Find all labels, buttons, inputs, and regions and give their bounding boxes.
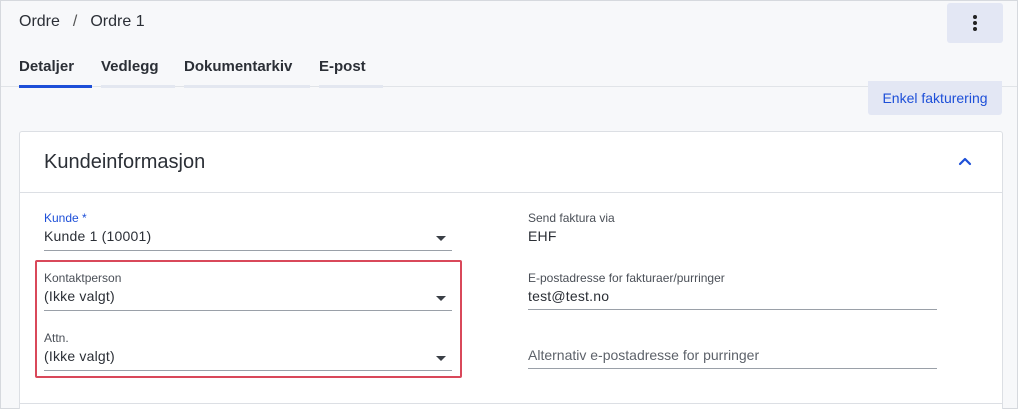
kunde-field: Kunde * Kunde 1 (10001) [44, 211, 452, 251]
section-title: Kundeinformasjon [44, 151, 206, 173]
send-faktura-field: Send faktura via EHF [528, 211, 936, 244]
epost-field: E-postadresse for fakturaer/purringer te… [528, 271, 937, 310]
epost-value: test@test.no [528, 288, 610, 304]
kunde-value: Kunde 1 (10001) [44, 228, 152, 244]
tab-e-post[interactable]: E-post [319, 58, 383, 88]
enkel-fakturering-button[interactable]: Enkel fakturering [868, 81, 1002, 115]
dropdown-arrow-icon [436, 236, 446, 241]
card-header[interactable]: Kundeinformasjon [20, 132, 1002, 193]
epost-input[interactable]: test@test.no [528, 288, 937, 310]
top-bar: Ordre / Ordre 1 Detaljer Vedlegg Dokumen… [1, 1, 1017, 88]
kunde-label: Kunde * [44, 211, 87, 225]
breadcrumb-root[interactable]: Ordre [19, 13, 60, 31]
kebab-menu-icon [973, 15, 977, 31]
tab-bar: Detaljer Vedlegg Dokumentarkiv E-post [19, 58, 392, 88]
chevron-up-icon[interactable] [958, 154, 972, 168]
highlight-box [35, 260, 462, 378]
kunde-select[interactable]: Kunde 1 (10001) [44, 228, 452, 251]
epost-label: E-postadresse for fakturaer/purringer [528, 271, 725, 285]
breadcrumb-separator: / [72, 13, 78, 30]
alt-epost-input[interactable]: Alternativ e-postadresse for purringer [528, 347, 937, 369]
alt-epost-field: Alternativ e-postadresse for purringer [528, 347, 937, 369]
tab-vedlegg[interactable]: Vedlegg [101, 58, 175, 88]
tab-detaljer[interactable]: Detaljer [19, 58, 92, 88]
tab-dokumentarkiv[interactable]: Dokumentarkiv [184, 58, 310, 88]
send-faktura-value: EHF [528, 228, 557, 244]
alt-epost-placeholder: Alternativ e-postadresse for purringer [528, 347, 760, 363]
breadcrumb-current: Ordre 1 [90, 13, 145, 30]
breadcrumb: Ordre / Ordre 1 [19, 13, 145, 31]
divider [19, 403, 1003, 404]
kebab-menu-button[interactable] [947, 3, 1003, 43]
send-faktura-label: Send faktura via [528, 211, 615, 225]
